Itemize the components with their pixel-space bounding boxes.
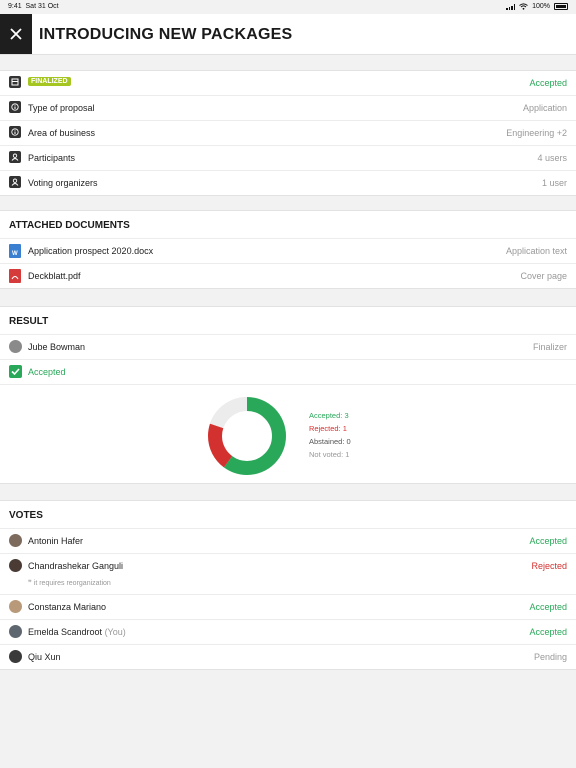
detail-row-area-of-business[interactable]: Area of business Engineering +2 [0,121,576,146]
app-header: INTRODUCING NEW PACKAGES [0,14,576,55]
votes-card: VOTES Antonin Hafer Accepted Chandrashek… [0,500,576,670]
person-icon [9,151,21,163]
person-icon [9,176,21,188]
finalizer-row: Jube Bowman Finalizer [0,335,576,360]
voter-name: Emelda Scandroot (You) [28,627,126,637]
detail-label: Participants [28,153,76,163]
status-value: Accepted [529,78,567,88]
documents-card: ATTACHED DOCUMENTS W Application prospec… [0,210,576,289]
document-row[interactable]: Deckblatt.pdf Cover page [0,264,576,288]
vote-donut-chart [208,397,286,475]
document-name: Application prospect 2020.docx [28,246,154,256]
detail-value: Application [522,103,567,113]
detail-label: Area of business [28,128,96,138]
vote-row[interactable]: Constanza Mariano Accepted [0,595,576,620]
info-icon [9,126,21,138]
vote-status: Rejected [531,561,567,571]
section-title: VOTES [9,510,43,521]
battery-level: 100% [532,3,550,10]
legend-accepted: Accepted: 3 [309,411,349,420]
clock: 9:41 [8,3,22,10]
finalizer-role: Finalizer [532,342,567,352]
status-row: FINALIZED Accepted [0,71,576,96]
outcome-row: Accepted [0,360,576,385]
avatar [9,600,22,613]
document-type: Cover page [520,271,567,281]
detail-label: Type of proposal [28,103,95,113]
detail-value: 4 users [537,153,567,163]
signal-icon [506,3,516,10]
status-bar: 9:41 Sat 31 Oct 100% [0,0,576,14]
avatar [9,650,22,663]
pdf-document-icon [9,269,21,283]
section-header: RESULT [0,307,576,335]
status-time: 9:41 Sat 31 Oct [8,3,59,10]
section-header: VOTES [0,501,576,529]
vote-row[interactable]: Antonin Hafer Accepted [0,529,576,554]
voter-name-text: Emelda Scandroot [28,627,103,637]
detail-row-participants[interactable]: Participants 4 users [0,146,576,171]
voter-name: Constanza Mariano [28,602,107,612]
vote-status: Accepted [529,536,567,546]
vote-row[interactable]: Qiu Xun Pending [0,645,576,669]
document-type: Application text [505,246,567,256]
voter-name: Antonin Hafer [28,536,84,546]
voter-name: Chandrashekar Ganguli [28,561,124,571]
list-icon [9,76,21,88]
vote-row[interactable]: Emelda Scandroot (You) Accepted [0,620,576,645]
section-header: ATTACHED DOCUMENTS [0,211,576,239]
status-badge: FINALIZED [28,77,71,86]
vote-comment: ❞ it requires reorganization [28,579,111,587]
chart-legend: Accepted: 3 Rejected: 1 Abstained: 0 Not… [309,409,351,461]
status-indicators: 100% [506,3,568,10]
battery-icon [554,3,568,10]
legend-not-voted: Not voted: 1 [309,450,350,459]
detail-label: Voting organizers [28,178,98,188]
vote-status: Pending [533,652,567,662]
legend-rejected: Rejected: 1 [309,424,347,433]
quote-icon: ❞ [28,580,32,587]
check-icon [9,365,22,378]
close-icon [10,28,22,40]
voter-name: Qiu Xun [28,652,61,662]
details-card: FINALIZED Accepted Type of proposal Appl… [0,70,576,196]
info-icon [9,101,21,113]
legend-abstained: Abstained: 0 [309,437,351,446]
result-chart-area: Accepted: 3 Rejected: 1 Abstained: 0 Not… [0,385,576,485]
section-title: ATTACHED DOCUMENTS [9,220,130,231]
wifi-icon [519,3,528,10]
document-row[interactable]: W Application prospect 2020.docx Applica… [0,239,576,264]
finalizer-name: Jube Bowman [28,342,86,352]
avatar [9,559,22,572]
detail-row-voting-organizers[interactable]: Voting organizers 1 user [0,171,576,195]
vote-status: Accepted [529,602,567,612]
detail-row-proposal-type[interactable]: Type of proposal Application [0,96,576,121]
you-tag: (You) [104,627,126,637]
avatar [9,534,22,547]
vote-comment-text: it requires reorganization [33,580,111,587]
avatar [9,625,22,638]
section-title: RESULT [9,316,49,327]
avatar [9,340,22,353]
result-card: RESULT Jube Bowman Finalizer Accepted Ac… [0,306,576,484]
svg-text:W: W [12,251,18,257]
detail-value: 1 user [541,178,567,188]
outcome-label: Accepted [28,367,66,377]
detail-value: Engineering +2 [506,128,567,138]
document-name: Deckblatt.pdf [28,271,81,281]
word-document-icon: W [9,244,21,258]
vote-status: Accepted [529,627,567,637]
vote-row[interactable]: Chandrashekar Ganguli Rejected ❞ it requi… [0,554,576,595]
close-button[interactable] [0,14,32,54]
page-title: INTRODUCING NEW PACKAGES [39,26,293,43]
date: Sat 31 Oct [25,3,59,10]
